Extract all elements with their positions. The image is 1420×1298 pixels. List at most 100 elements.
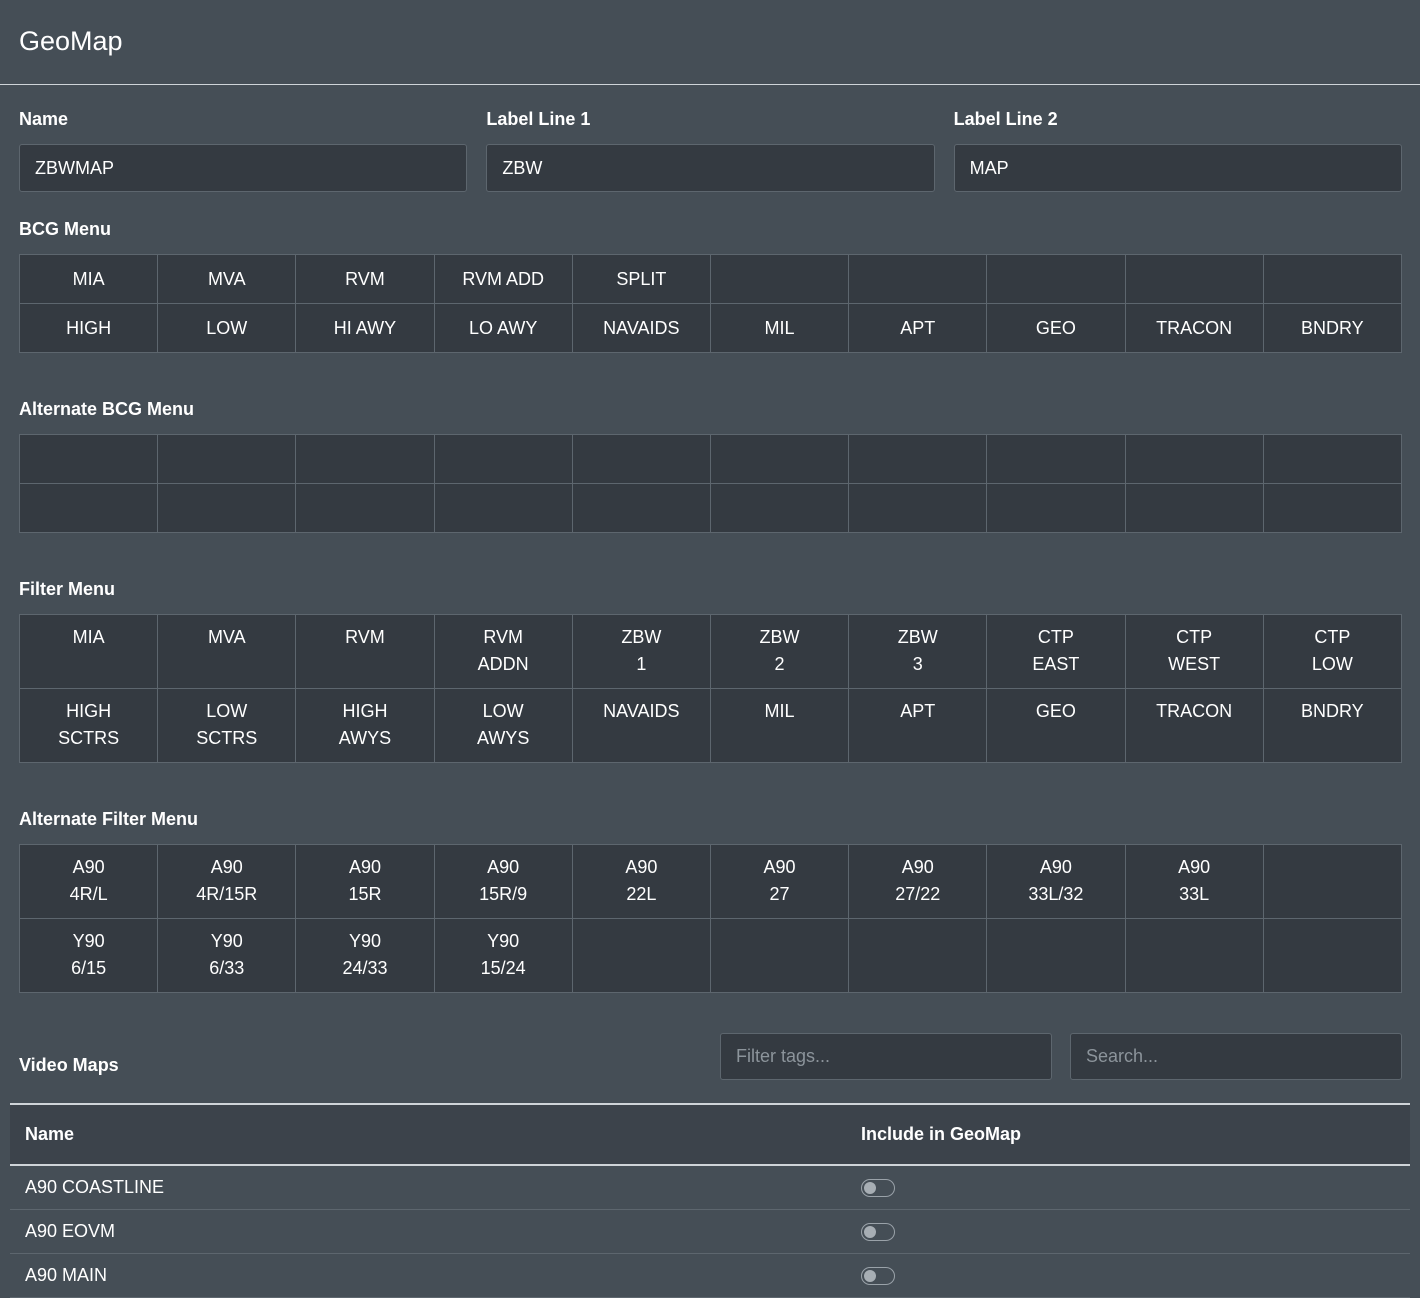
name-input[interactable]: ZBWMAP: [19, 144, 468, 192]
menu-cell[interactable]: [986, 483, 1126, 533]
menu-cell[interactable]: CTP LOW: [1262, 614, 1403, 689]
menu-cell[interactable]: [157, 483, 297, 533]
menu-cell[interactable]: HIGH AWYS: [295, 688, 435, 763]
menu-cell[interactable]: [1262, 483, 1403, 533]
menu-cell[interactable]: MIL: [709, 303, 850, 353]
menu-cell-line: A90: [487, 857, 520, 877]
menu-cell[interactable]: [1124, 254, 1264, 304]
menu-cell[interactable]: Y90 6/15: [18, 918, 159, 993]
menu-cell[interactable]: [986, 434, 1126, 484]
menu-cell[interactable]: Y90 6/33: [157, 918, 297, 993]
menu-cell[interactable]: MIL: [709, 688, 850, 763]
menu-cell[interactable]: ZBW 1: [571, 614, 711, 689]
menu-cell[interactable]: NAVAIDS: [571, 303, 711, 353]
menu-cell[interactable]: A90 27: [709, 844, 850, 919]
menu-cell-line: 3: [912, 654, 923, 674]
menu-cell[interactable]: Y90 24/33: [295, 918, 435, 993]
menu-cell[interactable]: [571, 918, 711, 993]
menu-cell-line: Y90: [487, 931, 520, 951]
menu-cell-line: AWYS: [338, 728, 392, 748]
menu-cell[interactable]: LOW AWYS: [433, 688, 573, 763]
menu-cell[interactable]: TRACON: [1124, 688, 1264, 763]
menu-cell[interactable]: A90 27/22: [848, 844, 988, 919]
filter-tags-input[interactable]: [720, 1033, 1052, 1080]
menu-cell[interactable]: [295, 434, 435, 484]
menu-cell-line: ZBW: [897, 627, 938, 647]
menu-cell[interactable]: RVM ADD: [433, 254, 573, 304]
menu-cell[interactable]: [433, 434, 573, 484]
menu-cell[interactable]: MVA: [157, 254, 297, 304]
include-column-header[interactable]: Include in GeoMap: [861, 1124, 1410, 1145]
menu-cell[interactable]: [1124, 483, 1264, 533]
menu-cell[interactable]: [848, 483, 988, 533]
menu-cell[interactable]: [848, 918, 988, 993]
menu-cell[interactable]: [1262, 918, 1403, 993]
menu-cell[interactable]: [986, 254, 1126, 304]
menu-cell[interactable]: A90 4R/15R: [157, 844, 297, 919]
menu-cell[interactable]: BNDRY: [1262, 688, 1403, 763]
menu-cell[interactable]: [848, 254, 988, 304]
search-input[interactable]: [1070, 1033, 1402, 1080]
menu-cell[interactable]: A90 4R/L: [18, 844, 159, 919]
include-toggle[interactable]: [861, 1222, 895, 1241]
menu-cell[interactable]: [709, 483, 850, 533]
menu-cell[interactable]: CTP EAST: [986, 614, 1126, 689]
menu-cell[interactable]: [1124, 434, 1264, 484]
menu-cell[interactable]: [18, 434, 159, 484]
menu-cell[interactable]: RVM: [295, 614, 435, 689]
menu-cell[interactable]: MIA: [18, 614, 159, 689]
menu-cell[interactable]: A90 33L: [1124, 844, 1264, 919]
menu-cell[interactable]: A90 22L: [571, 844, 711, 919]
menu-cell[interactable]: [709, 918, 850, 993]
menu-cell[interactable]: [433, 483, 573, 533]
menu-cell-line: LOW: [482, 701, 524, 721]
menu-cell[interactable]: GEO: [986, 688, 1126, 763]
name-fields-row: Name ZBWMAP Label Line 1 ZBW Label Line …: [19, 109, 1402, 192]
menu-cell[interactable]: [709, 434, 850, 484]
menu-cell[interactable]: [571, 483, 711, 533]
menu-cell[interactable]: A90 15R: [295, 844, 435, 919]
menu-cell[interactable]: A90 15R/9: [433, 844, 573, 919]
menu-cell[interactable]: ZBW 2: [709, 614, 850, 689]
menu-cell[interactable]: NAVAIDS: [571, 688, 711, 763]
menu-cell[interactable]: HIGH: [18, 303, 159, 353]
name-column-header[interactable]: Name: [10, 1124, 861, 1145]
menu-cell[interactable]: [295, 483, 435, 533]
menu-row: HIGH SCTRS LOW SCTRS HIGH AWYS LOW AWYS NAVAIDS M…: [18, 688, 1403, 763]
menu-cell[interactable]: CTP WEST: [1124, 614, 1264, 689]
menu-cell[interactable]: Y90 15/24: [433, 918, 573, 993]
menu-cell[interactable]: BNDRY: [1262, 303, 1403, 353]
menu-cell[interactable]: TRACON: [1124, 303, 1264, 353]
menu-cell[interactable]: ZBW 3: [848, 614, 988, 689]
include-toggle[interactable]: [861, 1266, 895, 1285]
menu-cell[interactable]: MIA: [18, 254, 159, 304]
menu-cell[interactable]: [571, 434, 711, 484]
label-line-2-input[interactable]: MAP: [953, 144, 1402, 192]
menu-cell[interactable]: HI AWY: [295, 303, 435, 353]
menu-cell[interactable]: HIGH SCTRS: [18, 688, 159, 763]
menu-cell[interactable]: SPLIT: [571, 254, 711, 304]
menu-cell[interactable]: APT: [848, 303, 988, 353]
menu-cell[interactable]: [1124, 918, 1264, 993]
menu-cell[interactable]: APT: [848, 688, 988, 763]
menu-cell[interactable]: RVM: [295, 254, 435, 304]
menu-cell[interactable]: GEO: [986, 303, 1126, 353]
menu-cell[interactable]: A90 33L/32: [986, 844, 1126, 919]
menu-cell[interactable]: [848, 434, 988, 484]
menu-cell[interactable]: [18, 483, 159, 533]
menu-cell[interactable]: LOW: [157, 303, 297, 353]
menu-cell[interactable]: LOW SCTRS: [157, 688, 297, 763]
label-line-1-input[interactable]: ZBW: [486, 144, 935, 192]
include-toggle[interactable]: [861, 1178, 895, 1197]
menu-cell[interactable]: [157, 434, 297, 484]
menu-cell[interactable]: LO AWY: [433, 303, 573, 353]
name-label: Name: [19, 109, 69, 129]
menu-cell[interactable]: MVA: [157, 614, 297, 689]
menu-cell[interactable]: [1262, 844, 1403, 919]
menu-cell[interactable]: [1262, 434, 1403, 484]
menu-cell[interactable]: [986, 918, 1126, 993]
menu-cell[interactable]: [1262, 254, 1403, 304]
video-map-name: A90 COASTLINE: [25, 1177, 165, 1197]
menu-cell[interactable]: [709, 254, 850, 304]
menu-cell[interactable]: RVM ADDN: [433, 614, 573, 689]
